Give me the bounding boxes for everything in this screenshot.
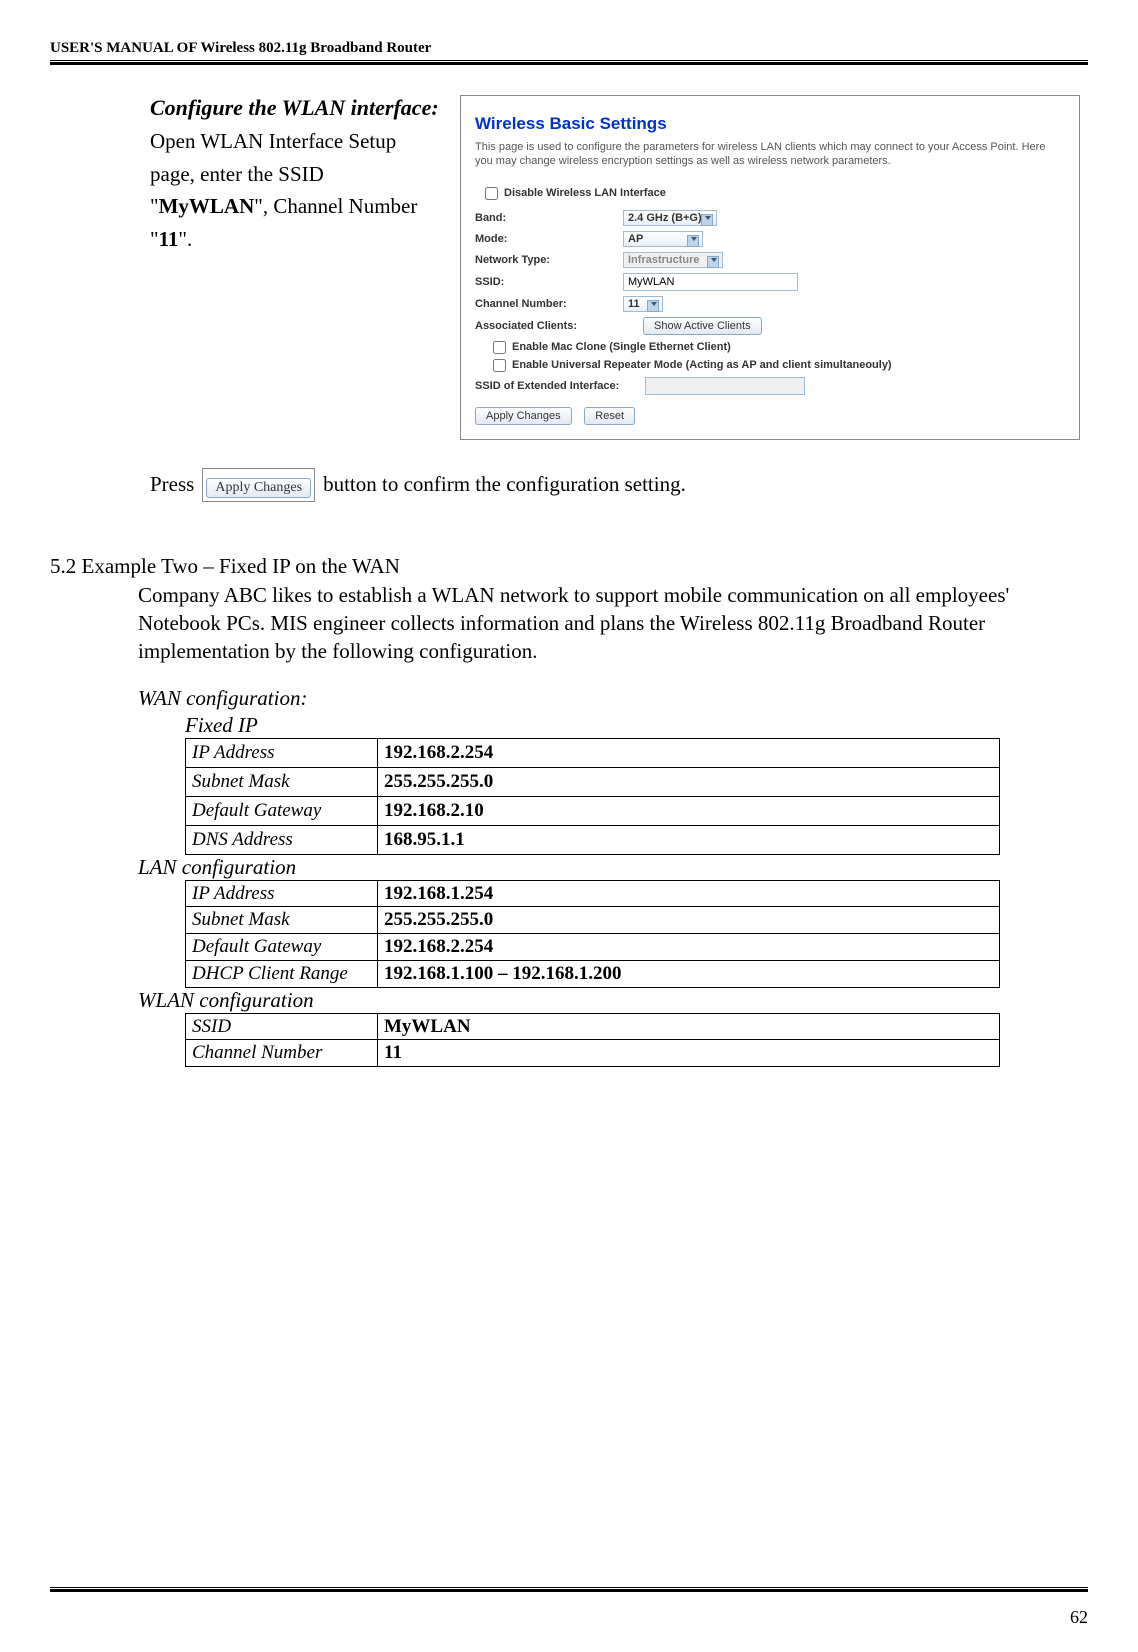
cell-val: 192.168.2.254 (378, 934, 1000, 961)
ext-iface-label: SSID of Extended Interface: (475, 380, 645, 392)
band-label: Band: (475, 212, 623, 224)
mode-label: Mode: (475, 233, 623, 245)
cell-val: MyWLAN (378, 1013, 1000, 1040)
apply-button-inline-box: Apply Changes (202, 468, 315, 502)
mac-clone-label: Enable Mac Clone (Single Ethernet Client… (512, 341, 731, 353)
table-row: IP Address192.168.1.254 (186, 880, 1000, 907)
page-number: 62 (1070, 1607, 1088, 1628)
table-row: Subnet Mask255.255.255.0 (186, 767, 1000, 796)
cell-key: SSID (186, 1013, 378, 1040)
cell-val: 192.168.2.254 (378, 738, 1000, 767)
header-rule-thick (50, 62, 1088, 65)
wan-table: IP Address192.168.2.254 Subnet Mask255.2… (185, 738, 1000, 855)
configure-wlan-body: Open WLAN Interface Setup page, enter th… (150, 125, 440, 255)
panel-description: This page is used to configure the param… (475, 140, 1065, 169)
cell-val: 255.255.255.0 (378, 767, 1000, 796)
channel-bold: 11 (159, 227, 179, 251)
footer-rule (50, 1587, 1088, 1592)
lan-table: IP Address192.168.1.254 Subnet Mask255.2… (185, 880, 1000, 988)
wlan-table: SSIDMyWLAN Channel Number11 (185, 1013, 1000, 1068)
cell-val: 192.168.1.254 (378, 880, 1000, 907)
example-two-heading: 5.2 Example Two – Fixed IP on the WAN (50, 554, 1088, 579)
network-type-label: Network Type: (475, 254, 623, 266)
cell-val: 255.255.255.0 (378, 907, 1000, 934)
table-row: Default Gateway192.168.2.10 (186, 796, 1000, 825)
cell-key: Default Gateway (186, 796, 378, 825)
wireless-settings-panel: Wireless Basic Settings This page is use… (460, 95, 1080, 440)
cell-val: 11 (378, 1040, 1000, 1067)
repeater-checkbox[interactable] (493, 359, 506, 372)
channel-label: Channel Number: (475, 298, 623, 310)
cell-key: IP Address (186, 738, 378, 767)
cell-key: Subnet Mask (186, 907, 378, 934)
cell-key: DNS Address (186, 825, 378, 854)
ssid-bold: MyWLAN (159, 194, 255, 218)
table-row: Default Gateway192.168.2.254 (186, 934, 1000, 961)
lan-config-label: LAN configuration (138, 855, 1088, 880)
fixed-ip-label: Fixed IP (185, 713, 1088, 738)
table-row: IP Address192.168.2.254 (186, 738, 1000, 767)
page-header: USER'S MANUAL OF Wireless 802.11g Broadb… (50, 40, 1088, 60)
press-label: Press (150, 472, 194, 497)
show-active-clients-button[interactable]: Show Active Clients (643, 317, 762, 335)
mode-value: AP (628, 233, 643, 245)
cell-key: Subnet Mask (186, 767, 378, 796)
wan-config-label: WAN configuration: (138, 686, 1088, 711)
band-value: 2.4 GHz (B+G) (628, 212, 702, 224)
apply-changes-button[interactable]: Apply Changes (475, 407, 572, 425)
cell-key: IP Address (186, 880, 378, 907)
assoc-label: Associated Clients: (475, 320, 623, 332)
header-rule-thin (50, 60, 1088, 61)
table-row: DNS Address168.95.1.1 (186, 825, 1000, 854)
cell-key: DHCP Client Range (186, 960, 378, 987)
cell-val: 168.95.1.1 (378, 825, 1000, 854)
disable-wlan-checkbox[interactable] (485, 187, 498, 200)
cell-key: Channel Number (186, 1040, 378, 1067)
repeater-label: Enable Universal Repeater Mode (Acting a… (512, 359, 892, 371)
ssid-label: SSID: (475, 276, 623, 288)
band-select[interactable]: 2.4 GHz (B+G) (623, 210, 717, 226)
mac-clone-checkbox[interactable] (493, 341, 506, 354)
disable-wlan-label: Disable Wireless LAN Interface (504, 187, 666, 199)
cell-key: Default Gateway (186, 934, 378, 961)
channel-select[interactable]: 11 (623, 296, 663, 312)
table-row: Subnet Mask255.255.255.0 (186, 907, 1000, 934)
table-row: Channel Number11 (186, 1040, 1000, 1067)
configure-wlan-heading: Configure the WLAN interface: (150, 95, 440, 121)
wlan-config-label: WLAN configuration (138, 988, 1088, 1013)
network-type-select: Infrastructure (623, 252, 723, 268)
table-row: DHCP Client Range192.168.1.100 – 192.168… (186, 960, 1000, 987)
mode-select[interactable]: AP (623, 231, 703, 247)
ssid-input[interactable] (623, 273, 798, 291)
body-text-3: ". (178, 227, 192, 251)
cell-val: 192.168.2.10 (378, 796, 1000, 825)
apply-button-inline[interactable]: Apply Changes (206, 478, 311, 498)
network-type-value: Infrastructure (628, 254, 700, 266)
cell-val: 192.168.1.100 – 192.168.1.200 (378, 960, 1000, 987)
ext-iface-input[interactable] (645, 377, 805, 395)
channel-value: 11 (628, 298, 640, 310)
press-after: button to confirm the configuration sett… (323, 472, 686, 497)
panel-title: Wireless Basic Settings (475, 114, 1065, 134)
reset-button[interactable]: Reset (584, 407, 635, 425)
example-two-body: Company ABC likes to establish a WLAN ne… (138, 581, 1088, 666)
table-row: SSIDMyWLAN (186, 1013, 1000, 1040)
